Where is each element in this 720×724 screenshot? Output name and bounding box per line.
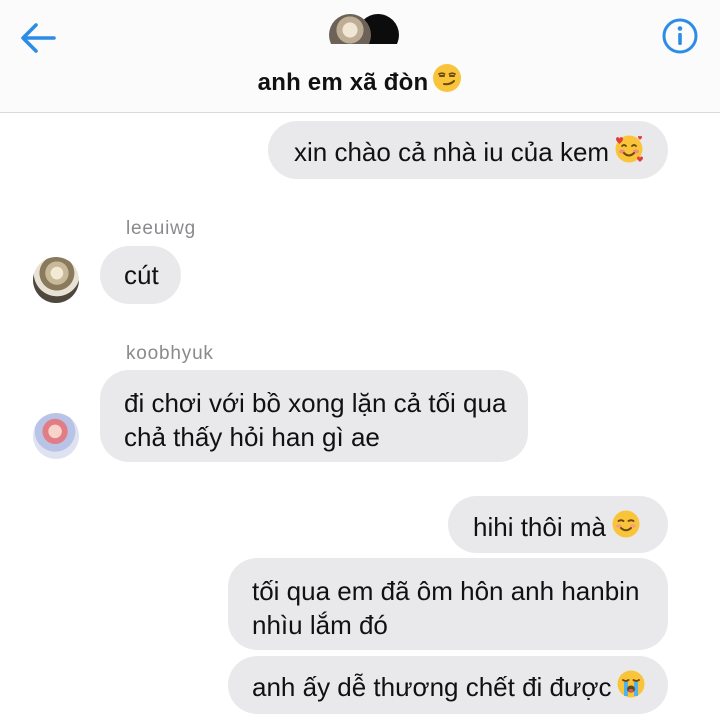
outgoing-message-bubble[interactable]: xin chào cả nhà iu của kem — [268, 121, 668, 179]
incoming-message-bubble[interactable]: đi chơi với bồ xong lặn cả tối qua chả t… — [100, 370, 528, 462]
message-text: anh ấy dễ thương chết đi được — [252, 672, 612, 702]
message-text: cút — [124, 260, 159, 290]
outgoing-message-bubble[interactable]: hihi thôi mà — [448, 496, 668, 553]
message-text-line: đi chơi với bồ xong lặn cả tối qua — [124, 388, 507, 418]
conversation-title[interactable]: anh em xã đòn — [0, 63, 720, 100]
conversation-title-text: anh em xã đòn — [257, 69, 429, 96]
message-text-line: chả thấy hỏi han gì ae — [124, 422, 380, 452]
smiling-face-emoji — [610, 508, 642, 548]
incoming-message-bubble[interactable]: cút — [100, 246, 181, 304]
smiling-face-with-hearts-emoji — [613, 133, 645, 173]
avatar[interactable] — [33, 257, 79, 303]
avatar[interactable] — [33, 413, 79, 459]
back-arrow-icon[interactable] — [18, 18, 58, 58]
message-text: hihi thôi mà — [473, 512, 606, 542]
outgoing-message-bubble[interactable]: tối qua em đã ôm hôn anh hanbin nhìu lắm… — [228, 558, 668, 650]
sender-name: leeuiwg — [126, 218, 197, 239]
sender-name: koobhyuk — [126, 343, 214, 364]
chat-header: anh em xã đòn — [0, 0, 720, 113]
group-avatar[interactable] — [329, 14, 405, 58]
outgoing-message-bubble[interactable]: anh ấy dễ thương chết đi được — [228, 656, 668, 714]
message-text-line: nhìu lắm đó — [252, 610, 388, 640]
loudly-crying-face-emoji — [615, 668, 647, 708]
info-icon[interactable] — [660, 16, 700, 56]
message-text-line: tối qua em đã ôm hôn anh hanbin — [252, 576, 640, 606]
smirking-face-emoji — [432, 63, 462, 100]
message-text: xin chào cả nhà iu của kem — [294, 137, 610, 167]
